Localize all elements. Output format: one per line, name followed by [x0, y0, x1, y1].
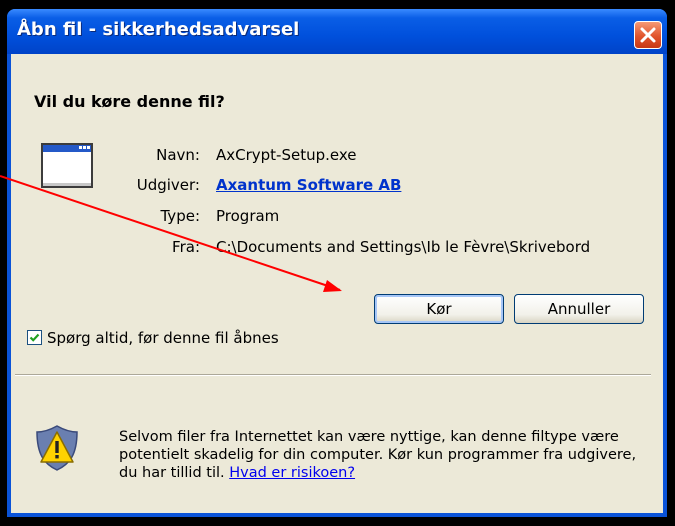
type-label: Type:: [160, 207, 200, 225]
close-icon: [640, 27, 656, 43]
warning-text-block: Selvom filer fra Internettet kan være ny…: [119, 428, 659, 482]
risk-link[interactable]: Hvad er risikoen?: [229, 465, 355, 481]
shield-warning-icon: [36, 425, 78, 471]
publisher-link[interactable]: Axantum Software AB: [216, 176, 401, 194]
name-value: AxCrypt-Setup.exe: [216, 146, 357, 164]
publisher-label: Udgiver:: [136, 176, 200, 194]
from-label: Fra:: [172, 238, 200, 256]
run-button[interactable]: Kør: [374, 294, 504, 324]
dialog-question: Vil du køre denne fil?: [34, 92, 225, 111]
warning-text: Selvom filer fra Internettet kan være ny…: [119, 429, 637, 481]
always-ask-label[interactable]: Spørg altid, før denne fil åbnes: [47, 329, 279, 347]
close-button[interactable]: [634, 21, 662, 49]
separator: [15, 374, 651, 376]
from-value: C:\Documents and Settings\Ib le Fèvre\Sk…: [216, 238, 591, 256]
cancel-button[interactable]: Annuller: [514, 294, 644, 324]
name-label: Navn:: [156, 146, 200, 164]
always-ask-checkbox[interactable]: [27, 330, 42, 345]
dialog-title: Åbn fil - sikkerhedsadvarsel: [17, 19, 300, 40]
type-value: Program: [216, 207, 280, 225]
title-bar[interactable]: Åbn fil - sikkerhedsadvarsel: [7, 9, 667, 54]
checkmark-icon: [29, 333, 40, 342]
